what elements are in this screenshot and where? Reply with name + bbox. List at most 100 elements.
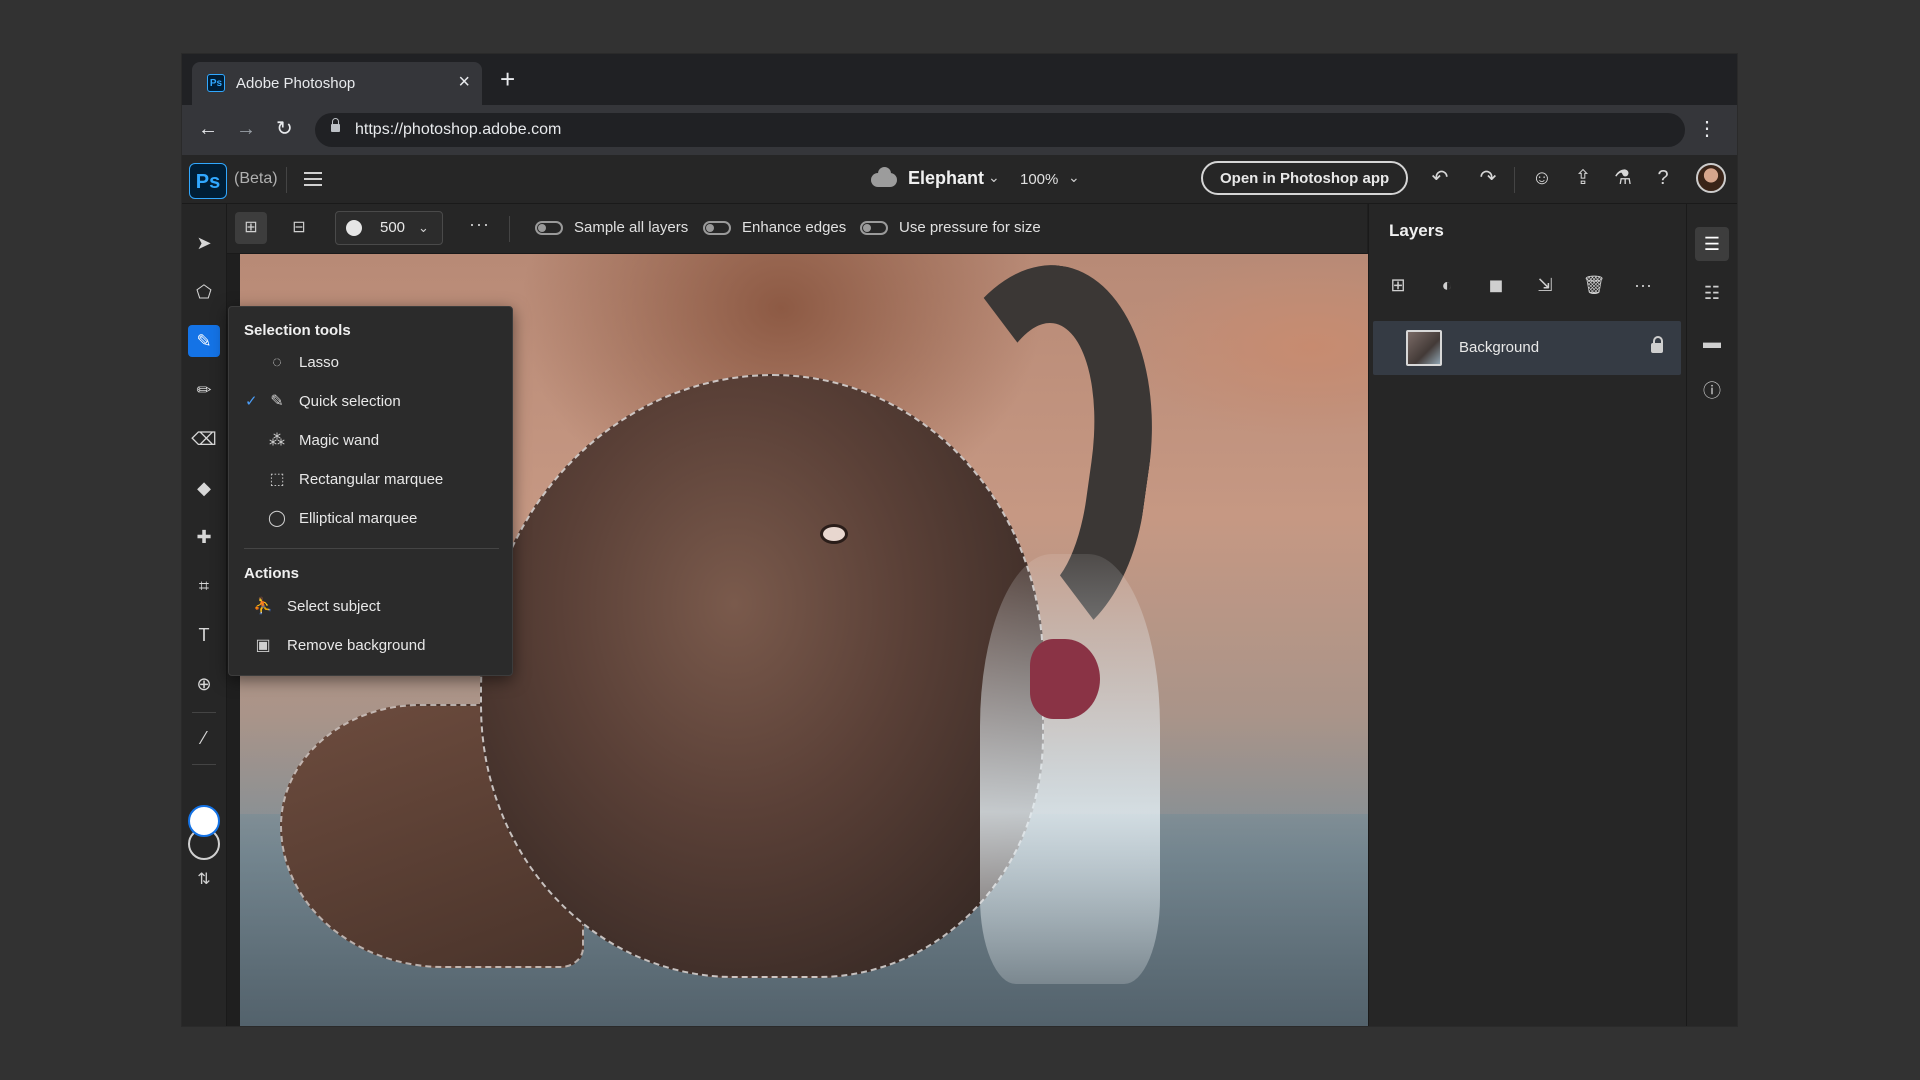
more-layer-options-icon[interactable]: ··· xyxy=(1630,272,1656,298)
properties-panel-icon[interactable]: ☷ xyxy=(1695,276,1729,310)
menu-item-remove-background[interactable]: ▣ Remove background xyxy=(241,628,499,664)
move-tool-icon[interactable]: ➤ xyxy=(188,227,220,259)
brush-tool-icon[interactable]: ✏ xyxy=(188,374,220,406)
lock-icon[interactable] xyxy=(1651,336,1663,353)
selection-tools-flyout: Selection tools ◌ Lasso ✓ ✎ Quick select… xyxy=(228,306,513,676)
browser-menu-icon[interactable]: ⋮ xyxy=(1697,117,1717,141)
url-text[interactable]: https://photoshop.adobe.com xyxy=(355,121,561,139)
browser-window: Ps Adobe Photoshop × + ← → ↻ https://pho… xyxy=(182,54,1737,1026)
undo-icon[interactable]: ↶ xyxy=(1427,167,1453,189)
type-tool-icon[interactable]: T xyxy=(188,619,220,651)
tab-strip: Ps Adobe Photoshop × + xyxy=(182,54,1737,105)
foreground-color-swatch[interactable] xyxy=(188,805,220,837)
enhance-edges-toggle[interactable] xyxy=(703,221,731,235)
chevron-down-icon[interactable]: ⌄ xyxy=(1068,169,1080,186)
photoshop-logo-icon[interactable]: Ps xyxy=(189,163,227,199)
brush-size-dropdown[interactable]: 500 ⌄ xyxy=(335,211,443,245)
layers-panel-title: Layers xyxy=(1389,221,1444,240)
tab-photoshop[interactable]: Ps Adobe Photoshop × xyxy=(192,62,482,105)
transform-tool-icon[interactable]: ⬠ xyxy=(188,276,220,308)
zoom-level[interactable]: 100% xyxy=(1020,171,1058,188)
adjustment-layer-icon[interactable]: ◐ xyxy=(1434,272,1460,298)
layers-panel-icon[interactable]: ☰ xyxy=(1695,227,1729,261)
crop-tool-icon[interactable]: ⌗ xyxy=(188,570,220,602)
address-bar[interactable]: https://photoshop.adobe.com xyxy=(315,113,1685,147)
options-bar: ⊞ ⊟ 500 ⌄ ··· Sample all layers Enhance … xyxy=(227,204,1367,254)
comments-panel-icon[interactable]: ▬ xyxy=(1695,325,1729,359)
eyedropper-tool-icon[interactable]: ⁄ xyxy=(188,722,220,754)
back-icon[interactable]: ← xyxy=(198,117,218,141)
lock-icon[interactable] xyxy=(331,118,340,132)
tool-bar: ➤ ⬠ ✎ ✏ ⌫ ◆ ✚ ⌗ T ⊕ ⁄ ⇅ xyxy=(182,204,227,1026)
brush-preview-icon xyxy=(346,220,362,236)
place-image-tool-icon[interactable]: ⊕ xyxy=(188,668,220,700)
divider xyxy=(192,764,216,765)
add-layer-icon[interactable]: ⊞ xyxy=(1385,272,1411,298)
menu-item-elliptical-marquee[interactable]: ◯ Elliptical marquee xyxy=(241,501,499,537)
document-title[interactable]: Elephant xyxy=(908,168,984,189)
clip-layer-icon[interactable]: ⇲ xyxy=(1532,272,1558,298)
info-panel-icon[interactable]: ⓘ xyxy=(1695,374,1729,408)
hamburger-menu-icon[interactable] xyxy=(304,172,322,186)
layer-thumbnail xyxy=(1406,330,1442,366)
divider xyxy=(286,167,287,193)
menu-item-lasso[interactable]: ◌ Lasso xyxy=(241,345,499,381)
subtract-from-selection-icon[interactable]: ⊟ xyxy=(283,212,315,244)
eraser-tool-icon[interactable]: ⌫ xyxy=(188,423,220,455)
layer-row-background[interactable]: Background xyxy=(1373,321,1681,375)
menu-item-label: Lasso xyxy=(299,354,340,371)
delete-layer-icon[interactable]: 🗑 xyxy=(1581,272,1607,298)
redo-icon[interactable]: ↷ xyxy=(1475,167,1501,189)
sample-all-layers-toggle[interactable] xyxy=(535,221,563,235)
menu-item-label: Rectangular marquee xyxy=(299,471,444,488)
right-rail: ☰ ☷ ▬ ⓘ xyxy=(1686,204,1737,1026)
labs-icon[interactable]: ⚗ xyxy=(1610,167,1636,189)
share-icon[interactable]: ⇪ xyxy=(1570,167,1596,189)
use-pressure-label: Use pressure for size xyxy=(899,219,1041,236)
reload-icon[interactable]: ↻ xyxy=(276,117,293,141)
menu-item-quick-selection[interactable]: ✓ ✎ Quick selection xyxy=(241,384,499,420)
close-tab-icon[interactable]: × xyxy=(458,71,470,93)
quick-selection-tool-icon[interactable]: ✎ xyxy=(188,325,220,357)
menu-item-magic-wand[interactable]: ⁂ Magic wand xyxy=(241,423,499,459)
swap-colors-icon[interactable]: ⇅ xyxy=(188,869,220,889)
actions-heading: Actions xyxy=(244,565,300,582)
new-tab-icon[interactable]: + xyxy=(500,66,515,92)
remove-background-icon: ▣ xyxy=(255,637,271,654)
invite-icon[interactable]: ☺ xyxy=(1529,167,1555,189)
menu-item-select-subject[interactable]: ⛹ Select subject xyxy=(241,589,499,625)
browser-toolbar: ← → ↻ https://photoshop.adobe.com ⋮ xyxy=(182,105,1737,155)
rectangular-marquee-icon: ⬚ xyxy=(269,471,285,488)
chevron-down-icon[interactable]: ⌄ xyxy=(988,169,1000,186)
use-pressure-toggle[interactable] xyxy=(860,221,888,235)
water-splash xyxy=(980,554,1160,984)
avatar[interactable] xyxy=(1696,163,1726,193)
magic-wand-icon: ⁂ xyxy=(269,432,285,449)
lasso-icon: ◌ xyxy=(272,354,282,371)
menu-item-label: Select subject xyxy=(287,598,381,615)
app-header: Ps (Beta) Elephant ⌄ 100% ⌄ Open in Phot… xyxy=(182,155,1737,204)
healing-brush-tool-icon[interactable]: ✚ xyxy=(188,521,220,553)
chevron-down-icon: ⌄ xyxy=(418,220,429,235)
open-in-photoshop-button[interactable]: Open in Photoshop app xyxy=(1201,161,1409,195)
more-options-icon[interactable]: ··· xyxy=(469,214,490,235)
layers-panel: Layers ⊞ ◐ ◼ ⇲ 🗑 ··· Background xyxy=(1368,204,1687,1026)
paint-bucket-tool-icon[interactable]: ◆ xyxy=(188,472,220,504)
divider xyxy=(192,712,216,713)
layer-mask-icon[interactable]: ◼ xyxy=(1483,272,1509,298)
sample-all-layers-label: Sample all layers xyxy=(574,219,689,236)
divider xyxy=(509,216,510,242)
checkmark-icon: ✓ xyxy=(245,393,258,410)
cloud-document-icon xyxy=(871,167,897,187)
help-icon[interactable]: ? xyxy=(1650,167,1676,189)
add-to-selection-icon[interactable]: ⊞ xyxy=(235,212,267,244)
menu-item-label: Elliptical marquee xyxy=(299,510,418,527)
beta-label: (Beta) xyxy=(234,170,278,187)
menu-item-label: Magic wand xyxy=(299,432,380,449)
menu-item-rectangular-marquee[interactable]: ⬚ Rectangular marquee xyxy=(241,462,499,498)
tab-title: Adobe Photoshop xyxy=(236,75,356,92)
brush-size-value: 500 xyxy=(380,219,406,236)
divider xyxy=(1514,167,1515,193)
forward-icon[interactable]: → xyxy=(236,117,256,141)
quick-selection-icon: ✎ xyxy=(270,393,284,410)
